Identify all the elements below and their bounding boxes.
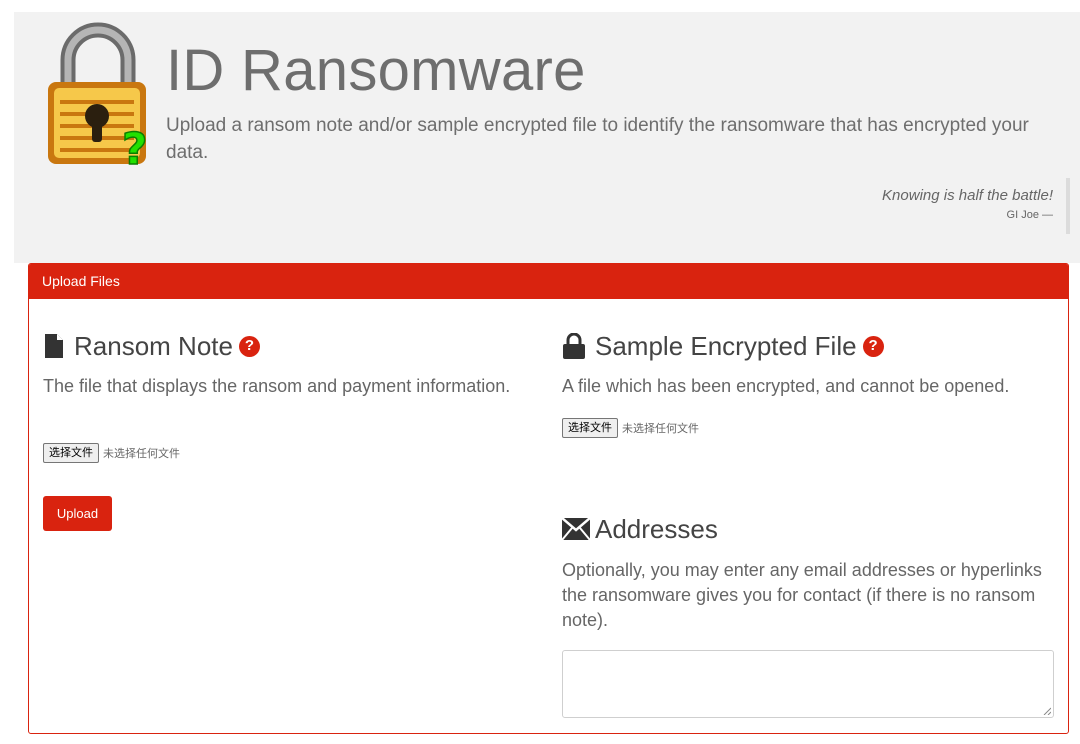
ransom-note-title: Ransom Note xyxy=(74,331,233,361)
panel-heading: Upload Files xyxy=(29,264,1068,299)
help-icon[interactable]: ? xyxy=(862,335,884,357)
ransom-note-heading: Ransom Note ? xyxy=(43,330,260,362)
addresses-heading: Addresses xyxy=(562,513,718,545)
file-status: 未选择任何文件 xyxy=(622,422,699,435)
quote: Knowing is half the battle! GI Joe — xyxy=(882,187,1053,221)
page-lead: Upload a ransom note and/or sample encry… xyxy=(166,115,1029,163)
addresses-title: Addresses xyxy=(595,514,718,544)
quote-author: GI Joe — xyxy=(1006,209,1053,221)
file-status: 未选择任何文件 xyxy=(103,447,180,460)
choose-file-button[interactable]: 选择文件 xyxy=(562,418,618,438)
choose-file-button[interactable]: 选择文件 xyxy=(43,443,99,463)
quote-border xyxy=(1066,178,1070,234)
encrypted-file-input[interactable]: 选择文件 未选择任何文件 xyxy=(562,418,699,438)
encrypted-file-heading: Sample Encrypted File ? xyxy=(562,330,884,362)
envelope-icon xyxy=(562,518,590,540)
svg-text:?: ? xyxy=(122,124,148,168)
ransom-note-file-input[interactable]: 选择文件 未选择任何文件 xyxy=(43,443,180,463)
help-icon[interactable]: ? xyxy=(238,335,260,357)
encrypted-file-description: A file which has been encrypted, and can… xyxy=(562,376,1010,396)
addresses-textarea[interactable] xyxy=(562,650,1054,718)
file-icon xyxy=(45,334,63,358)
encrypted-file-title: Sample Encrypted File xyxy=(595,331,857,361)
ransom-note-description: The file that displays the ransom and pa… xyxy=(43,376,511,396)
quote-text: Knowing is half the battle! xyxy=(882,187,1053,204)
padlock-question-icon: ? xyxy=(48,22,148,168)
addresses-description: Optionally, you may enter any email addr… xyxy=(562,560,1042,630)
page-title: ID Ransomware xyxy=(166,38,586,103)
upload-button[interactable]: Upload xyxy=(43,496,112,531)
lock-icon xyxy=(563,333,585,359)
resize-handle-icon[interactable] xyxy=(1043,707,1051,715)
